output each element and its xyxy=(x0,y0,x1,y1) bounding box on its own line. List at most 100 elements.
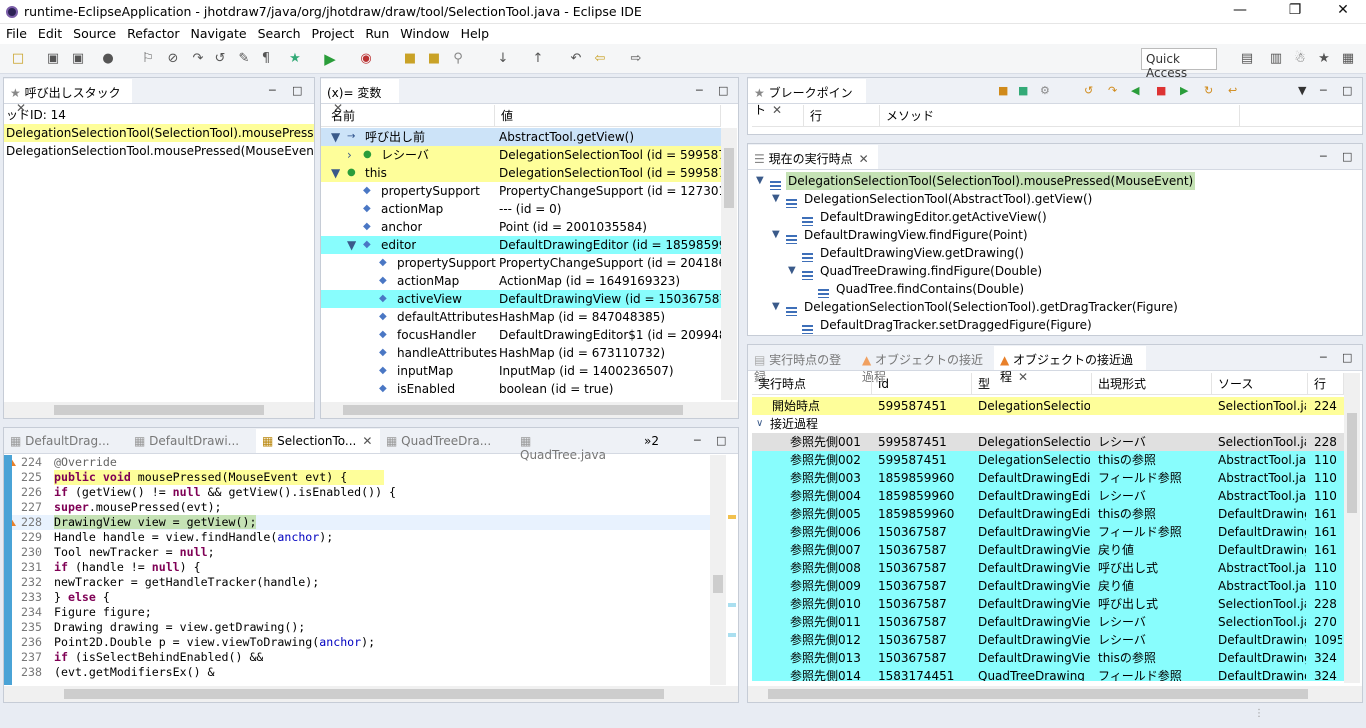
new-icon[interactable]: □ xyxy=(10,51,26,67)
tab-callstack[interactable]: ★ 呼び出しスタック✕ xyxy=(4,79,132,115)
col-type[interactable]: 型 xyxy=(972,373,1092,395)
code-line[interactable]: 225 public void mousePressed(MouseEvent … xyxy=(12,470,710,485)
menu-navigate[interactable]: Navigate xyxy=(185,24,252,41)
tab-register[interactable]: ▤ 実行時点の登録 xyxy=(748,346,856,384)
col-value[interactable]: 値 xyxy=(495,105,721,127)
close-icon[interactable]: ✕ xyxy=(362,434,372,448)
debug-icon[interactable]: ★ xyxy=(287,51,303,67)
step-return-icon[interactable]: ↩ xyxy=(1228,84,1237,97)
tab-approach-active[interactable]: ▲ オブジェクトの接近過程 ✕ xyxy=(994,346,1146,384)
java-perspective-icon[interactable]: ▥ xyxy=(1268,51,1284,67)
stop-icon[interactable]: ■ xyxy=(1156,84,1166,97)
minimize-icon[interactable]: ─ xyxy=(696,84,703,97)
back-step-icon[interactable]: ◀ xyxy=(1131,84,1139,97)
exec-point-row[interactable]: QuadTree.findContains(Double) xyxy=(748,280,1362,298)
code-line[interactable]: 236 Point2D.Double p = view.viewToDrawin… xyxy=(12,635,710,650)
scroll-thumb[interactable] xyxy=(713,575,723,593)
col-method[interactable]: メソッド xyxy=(880,105,1240,127)
menu-window[interactable]: Window xyxy=(394,24,454,41)
open-perspective-icon[interactable]: ▤ xyxy=(1239,51,1255,67)
pin-icon[interactable]: ⚐ xyxy=(140,51,156,67)
variable-row[interactable]: ◆ defaultAttributes HashMap (id = 84704838… xyxy=(321,308,721,326)
code-line[interactable]: 238 (evt.getModifiersEx() & xyxy=(12,665,710,680)
table-row[interactable]: 参照先側0051859859960DefaultDrawingEdit...th… xyxy=(752,505,1344,523)
more-tabs[interactable]: »2 xyxy=(638,429,668,453)
paragraph-icon[interactable]: ¶ xyxy=(258,51,274,67)
code-line[interactable]: 233 } else { xyxy=(12,590,710,605)
last-edit-icon[interactable]: ↶ xyxy=(568,51,584,67)
col-name[interactable]: 名前 xyxy=(325,105,495,127)
col-exec-point[interactable]: 実行時点 xyxy=(752,373,872,395)
tab-breakpoints[interactable]: ★ ブレークポイント ✕ xyxy=(748,79,866,117)
col-line[interactable]: 行 xyxy=(804,105,880,127)
col-line[interactable]: 行 xyxy=(1308,373,1344,395)
variable-row[interactable]: ◆ handleAttributes HashMap (id = 673110732… xyxy=(321,344,721,362)
tab-editor-2[interactable]: ▦ DefaultDrawi... xyxy=(128,429,256,453)
expand-icon[interactable]: ▼ xyxy=(772,226,780,244)
scroll-thumb[interactable] xyxy=(768,689,1308,699)
maximize-icon[interactable]: □ xyxy=(718,84,728,97)
forward-icon[interactable]: ⇨ xyxy=(628,51,644,67)
gear-icon[interactable]: ⚙ xyxy=(1040,84,1050,97)
step-icon[interactable]: ↺ xyxy=(1084,84,1093,97)
list-item[interactable]: DelegationSelectionTool(SelectionTool).m… xyxy=(4,124,314,142)
expand-icon[interactable]: ▼ xyxy=(788,262,796,280)
exec-point-row[interactable]: ▼ DefaultDrawingView.findFigure(Point) xyxy=(748,226,1362,244)
minimize-icon[interactable]: ─ xyxy=(1320,351,1327,364)
table-row[interactable]: 参照先側009 150367587 DefaultDrawingView 戻り値 Abs… xyxy=(752,577,1344,595)
code-area[interactable]: 224 @Override 225 public void mousePresse… xyxy=(12,455,710,685)
table-row[interactable]: 参照先側012 150367587 DefaultDrawingView レシーバ De… xyxy=(752,631,1344,649)
exec-point-row[interactable]: ▼ DelegationSelectionTool(SelectionTool).… xyxy=(748,298,1362,316)
add-icon[interactable]: ■ xyxy=(1018,84,1028,97)
expand-icon[interactable]: ▼ xyxy=(331,164,340,182)
maximize-icon[interactable]: □ xyxy=(292,84,302,97)
code-line[interactable]: 230 Tool newTracker = null; xyxy=(12,545,710,560)
code-line[interactable]: 228 DrawingView view = getView(); xyxy=(12,515,710,530)
table-row[interactable]: 参照先側008 150367587 DefaultDrawingView 呼び出し式 A… xyxy=(752,559,1344,577)
table-row[interactable]: 参照先側006 150367587 DefaultDrawingView フィールド参… xyxy=(752,523,1344,541)
scroll-thumb[interactable] xyxy=(1347,413,1357,513)
code-line[interactable]: 231 if (handle != null) { xyxy=(12,560,710,575)
run-icon[interactable]: ▶ xyxy=(322,51,338,67)
minimize-icon[interactable]: ─ xyxy=(269,84,276,97)
close-icon[interactable]: ✕ xyxy=(1328,2,1358,18)
horizontal-scrollbar[interactable] xyxy=(4,686,738,702)
col-source[interactable]: ソース xyxy=(1212,373,1308,395)
scroll-thumb[interactable] xyxy=(64,689,664,699)
variable-row[interactable]: ◆ anchor Point (id = 2001035584) xyxy=(321,218,721,236)
maximize-icon[interactable]: □ xyxy=(716,434,726,447)
menu-source[interactable]: Source xyxy=(67,24,121,41)
expand-icon[interactable]: ▼ xyxy=(331,128,340,146)
variable-row[interactable]: ◆ actionMap ActionMap (id = 1649169323) xyxy=(321,272,721,290)
table-row[interactable]: 参照先側014 1583174451 QuadTreeDrawing フィールド参照 D… xyxy=(752,667,1344,681)
list-item[interactable]: ッドID: 14 xyxy=(4,106,314,124)
vertical-scrollbar[interactable] xyxy=(721,128,737,400)
code-line[interactable]: 232 newTracker = getHandleTracker(handle… xyxy=(12,575,710,590)
tab-approach-1[interactable]: ▲ オブジェクトの接近過程 xyxy=(856,346,994,384)
open-task-icon[interactable]: ■ xyxy=(426,51,442,67)
menu-project[interactable]: Project xyxy=(306,24,360,41)
horizontal-scrollbar[interactable] xyxy=(321,402,738,418)
maximize-icon[interactable]: □ xyxy=(1342,351,1352,364)
variable-row[interactable]: › ● レシーバ DelegationSelectionTool (id = 5995… xyxy=(321,146,721,164)
table-row[interactable]: 参照先側0041859859960DefaultDrawingEdit...レシ… xyxy=(752,487,1344,505)
variable-row[interactable]: ◆ isEnabled boolean (id = true) xyxy=(321,380,721,398)
horizontal-scrollbar[interactable] xyxy=(748,686,1362,702)
tab-exec-point[interactable]: ☰ 現在の実行時点 ✕ xyxy=(748,145,878,169)
table-row[interactable]: 参照先側010 150367587 DefaultDrawingView 呼び出し式 S… xyxy=(752,595,1344,613)
menu-help[interactable]: Help xyxy=(455,24,495,41)
variable-row[interactable]: ▼ ● this DelegationSelectionTool (id = 5995… xyxy=(321,164,721,182)
minimize-icon[interactable]: — xyxy=(1225,2,1255,18)
table-row[interactable]: 参照先側007 150367587 DefaultDrawingView 戻り値 Def… xyxy=(752,541,1344,559)
open-type-icon[interactable]: ■ xyxy=(402,51,418,67)
scroll-thumb[interactable] xyxy=(343,405,683,415)
exec-point-row[interactable]: ▼ DelegationSelectionTool(AbstractTool).g… xyxy=(748,190,1362,208)
table-row[interactable]: 参照先側0031859859960DefaultDrawingEdit...フィ… xyxy=(752,469,1344,487)
table-row[interactable]: 参照先側011 150367587 DefaultDrawingView レシーバ Se… xyxy=(752,613,1344,631)
drop-frame-icon[interactable]: ↺ xyxy=(212,51,228,67)
tab-editor-1[interactable]: ▦ DefaultDrag... xyxy=(4,429,128,453)
expand-icon[interactable]: › xyxy=(347,146,352,164)
col-blank[interactable] xyxy=(752,105,804,127)
exec-point-row[interactable]: DefaultDrawingEditor.getActiveView() xyxy=(748,208,1362,226)
expand-icon[interactable]: ▼ xyxy=(772,190,780,208)
